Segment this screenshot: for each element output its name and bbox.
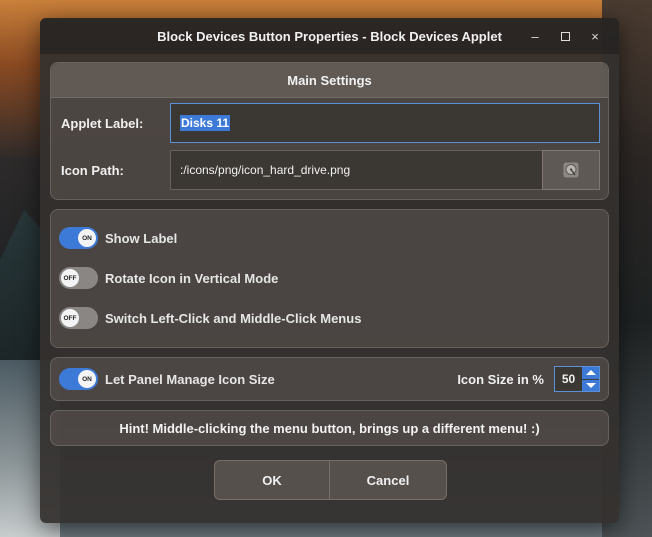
increment-button[interactable]: [582, 367, 599, 379]
toggle-row-rotate-icon[interactable]: OFF Rotate Icon in Vertical Mode: [59, 267, 278, 289]
applet-label-value: Disks 11: [180, 115, 231, 131]
main-settings-header: Main Settings: [51, 63, 608, 98]
manage-icon-size-text: Let Panel Manage Icon Size: [105, 371, 275, 387]
minimize-button[interactable]: –: [521, 18, 549, 54]
window-title: Block Devices Button Properties - Block …: [157, 28, 502, 44]
decrement-button[interactable]: [582, 378, 599, 391]
toggle-row-show-label[interactable]: ON Show Label: [59, 227, 177, 249]
switch-knob: OFF: [61, 269, 79, 287]
toggle-row-manage-size[interactable]: ON Let Panel Manage Icon Size: [59, 368, 275, 390]
rotate-icon-switch[interactable]: OFF: [59, 267, 98, 289]
rotate-icon-text: Rotate Icon in Vertical Mode: [105, 270, 279, 286]
ok-button[interactable]: OK: [214, 460, 330, 500]
show-label-switch[interactable]: ON: [59, 227, 98, 249]
ok-label: OK: [262, 472, 282, 488]
switch-knob: ON: [78, 370, 96, 388]
show-label-text: Show Label: [105, 230, 178, 246]
icon-size-panel: ON Let Panel Manage Icon Size Icon Size …: [50, 357, 609, 401]
icon-path-caption: Icon Path:: [61, 163, 124, 178]
switch-knob: ON: [78, 229, 96, 247]
title-bar[interactable]: Block Devices Button Properties - Block …: [40, 18, 619, 54]
applet-label-input[interactable]: Disks 11: [170, 103, 600, 143]
maximize-button[interactable]: [551, 18, 579, 54]
minimize-icon: –: [531, 28, 539, 44]
maximize-icon: [560, 31, 570, 41]
options-panel: ON Show Label OFF Rotate Icon in Vertica…: [50, 209, 609, 348]
switch-clicks-text: Switch Left-Click and Middle-Click Menus: [105, 310, 362, 326]
icon-size-value[interactable]: 50: [555, 367, 582, 391]
icon-path-value: :/icons/png/icon_hard_drive.png: [180, 163, 351, 177]
switch-knob: OFF: [61, 309, 79, 327]
arrow-down-icon: [585, 382, 596, 388]
properties-dialog: Block Devices Button Properties - Block …: [40, 18, 619, 523]
hard-drive-icon: [562, 161, 580, 179]
cancel-label: Cancel: [366, 472, 410, 488]
close-icon: ×: [591, 28, 599, 44]
spin-arrows: [582, 367, 599, 391]
manage-icon-size-switch[interactable]: ON: [59, 368, 98, 390]
icon-path-input[interactable]: :/icons/png/icon_hard_drive.png: [170, 150, 543, 190]
icon-size-spinbox[interactable]: 50: [554, 366, 600, 392]
hint-banner: Hint! Middle-clicking the menu button, b…: [50, 410, 609, 446]
main-settings-panel: Main Settings Applet Label: Disks 11 Ico…: [50, 62, 609, 200]
applet-label-caption: Applet Label:: [61, 116, 144, 131]
hint-text: Hint! Middle-clicking the menu button, b…: [119, 420, 540, 436]
arrow-up-icon: [585, 370, 596, 376]
close-button[interactable]: ×: [581, 18, 609, 54]
cancel-button[interactable]: Cancel: [330, 460, 447, 500]
icon-size-caption: Icon Size in %: [457, 372, 544, 387]
switch-clicks-switch[interactable]: OFF: [59, 307, 98, 329]
toggle-row-switch-clicks[interactable]: OFF Switch Left-Click and Middle-Click M…: [59, 307, 361, 329]
browse-icon-button[interactable]: [542, 150, 600, 190]
